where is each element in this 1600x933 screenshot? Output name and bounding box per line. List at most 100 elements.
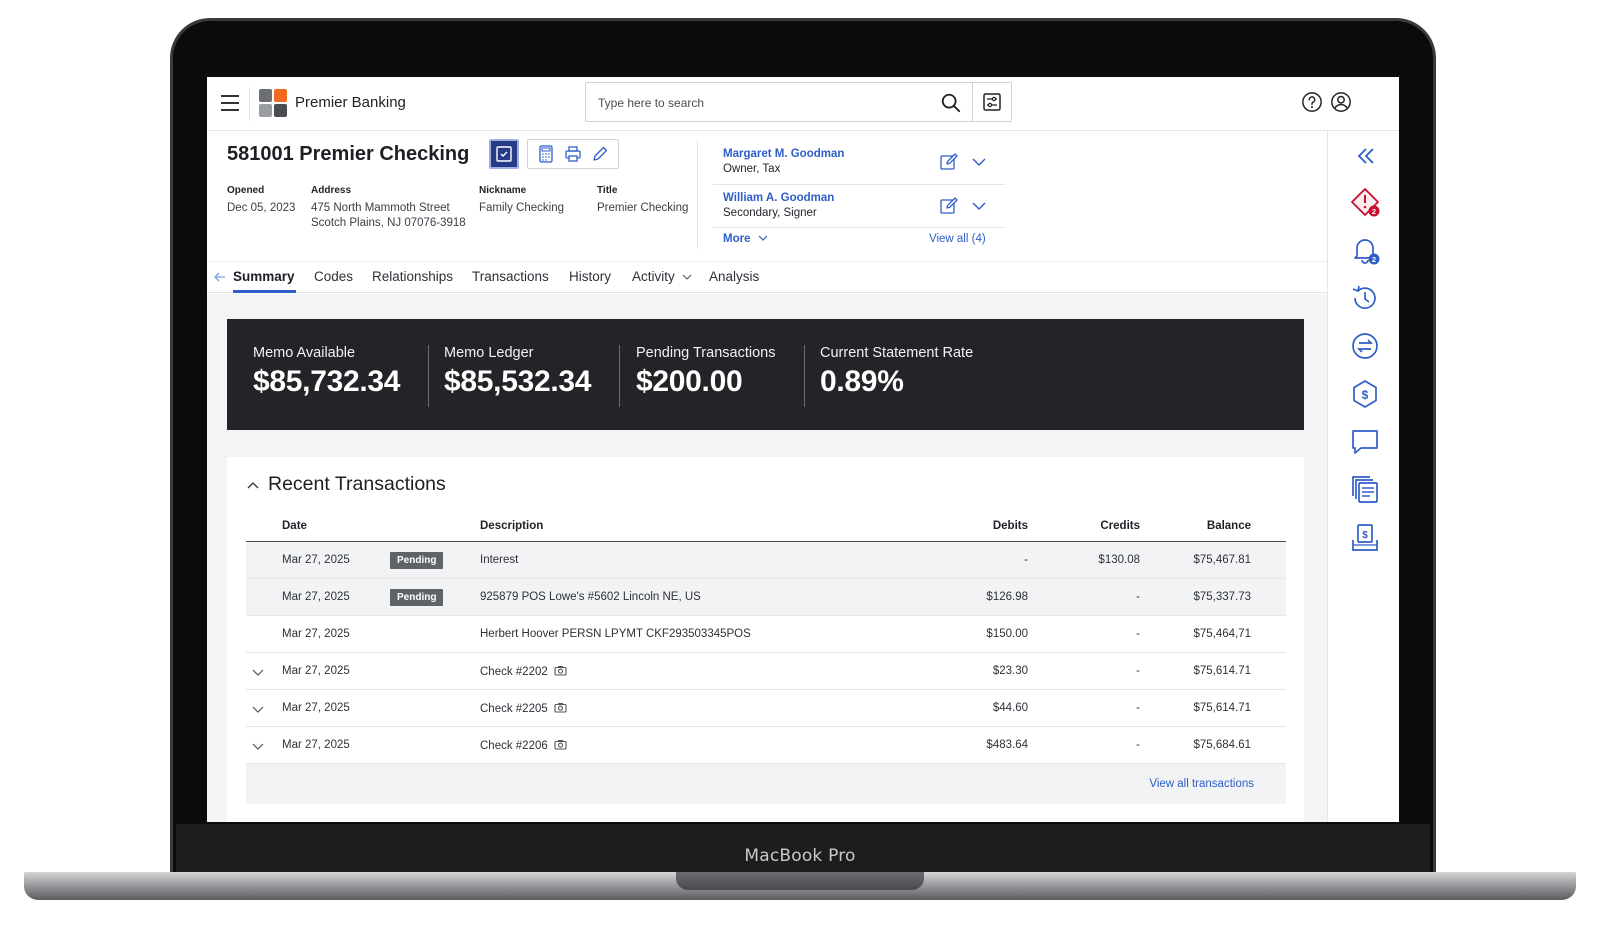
history-icon[interactable] xyxy=(1350,283,1380,313)
collapse-icon[interactable] xyxy=(1350,141,1380,171)
right-rail: 2 2 $ $ xyxy=(1327,131,1399,822)
user-profile-icon[interactable] xyxy=(1330,91,1352,113)
laptop-brand-label: MacBook Pro xyxy=(744,846,856,866)
view-all-people-link[interactable]: View all (4) xyxy=(929,233,986,245)
address-line-1: 475 North Mammoth Street xyxy=(311,202,450,214)
brand-name: Premier Banking xyxy=(295,94,406,111)
tab-analysis[interactable]: Analysis xyxy=(709,269,759,284)
column-header-date[interactable]: Date xyxy=(282,520,307,532)
tab-summary[interactable]: Summary xyxy=(233,269,295,284)
printer-icon xyxy=(565,146,581,162)
table-row[interactable]: Mar 27, 2025 Check #2202 $23.30 - $75,61… xyxy=(246,653,1286,690)
table-row[interactable]: Mar 27, 2025 Pending 925879 POS Lowe's #… xyxy=(246,579,1286,616)
credits-cell: - xyxy=(1136,665,1140,677)
nickname-value: Family Checking xyxy=(479,202,564,214)
app-screen: Premier Banking Type here to search 5810… xyxy=(207,77,1399,822)
tab-history[interactable]: History xyxy=(569,269,611,284)
description-text: Check #2206 xyxy=(480,740,548,752)
table-row[interactable]: Mar 27, 2025 Pending Interest - $130.08 … xyxy=(246,542,1286,579)
debits-cell: $126.98 xyxy=(986,591,1028,603)
table-footer: View all transactions xyxy=(246,764,1286,804)
table-row[interactable]: Mar 27, 2025 Herbert Hoover PERSN LPYMT … xyxy=(246,616,1286,653)
more-people-link[interactable]: More xyxy=(723,233,768,245)
search-icon[interactable] xyxy=(940,92,962,114)
chat-icon[interactable] xyxy=(1350,427,1380,457)
deposit-icon[interactable]: $ xyxy=(1350,523,1380,553)
chevron-down-icon[interactable] xyxy=(971,198,987,214)
column-header-balance[interactable]: Balance xyxy=(1207,520,1251,532)
chevron-down-icon xyxy=(758,235,768,241)
search-input[interactable] xyxy=(598,93,918,113)
person-name-link[interactable]: Margaret M. Goodman xyxy=(723,148,844,160)
address-line-2: Scotch Plains, NJ 07076-3918 xyxy=(311,217,466,229)
opened-value: Dec 05, 2023 xyxy=(227,202,296,214)
balance-cell: $75,614.71 xyxy=(1193,702,1251,714)
search-box xyxy=(585,82,973,122)
address-label: Address xyxy=(311,185,352,196)
kpi-divider xyxy=(804,345,805,407)
tab-codes[interactable]: Codes xyxy=(314,269,353,284)
chevron-down-icon[interactable] xyxy=(252,703,264,715)
credits-cell: - xyxy=(1136,591,1140,603)
chevron-down-icon[interactable] xyxy=(971,154,987,170)
credits-cell: $130.08 xyxy=(1098,554,1140,566)
section-title: Recent Transactions xyxy=(268,473,446,495)
topbar-divider xyxy=(249,87,250,121)
kpi-value: 0.89% xyxy=(820,365,904,398)
camera-icon[interactable] xyxy=(554,702,567,713)
account-divider xyxy=(697,141,698,249)
bell-icon[interactable]: 2 xyxy=(1350,235,1380,265)
kpi-divider xyxy=(619,345,620,407)
laptop-notch xyxy=(676,872,924,890)
help-icon[interactable] xyxy=(1301,91,1323,113)
title-label: Title xyxy=(597,185,618,196)
camera-icon[interactable] xyxy=(554,665,567,676)
balance-summary-banner: Memo Available $85,732.34 Memo Ledger $8… xyxy=(227,319,1304,430)
alert-icon[interactable]: 2 xyxy=(1350,187,1380,217)
kpi-value: $85,732.34 xyxy=(253,365,401,398)
main-content: Memo Available $85,732.34 Memo Ledger $8… xyxy=(207,294,1327,822)
more-label: More xyxy=(723,233,751,245)
tab-activity-label: Activity xyxy=(632,269,675,284)
tab-transactions[interactable]: Transactions xyxy=(472,269,549,284)
balance-cell: $75,467.81 xyxy=(1193,554,1251,566)
advanced-search-button[interactable] xyxy=(972,82,1012,122)
view-all-transactions-link[interactable]: View all transactions xyxy=(1149,778,1254,790)
chevron-up-icon[interactable] xyxy=(247,480,259,492)
description-cell: Herbert Hoover PERSN LPYMT CKF293503345P… xyxy=(480,628,751,640)
kpi-memo-ledger: Memo Ledger $85,532.34 xyxy=(444,345,591,399)
table-row[interactable]: Mar 27, 2025 Check #2205 $44.60 - $75,61… xyxy=(246,690,1286,727)
tab-relationships[interactable]: Relationships xyxy=(372,269,453,284)
table-row[interactable]: Mar 27, 2025 Check #2206 $483.64 - $75,6… xyxy=(246,727,1286,764)
calculator-button[interactable] xyxy=(536,144,556,164)
dollar-icon[interactable]: $ xyxy=(1350,379,1380,409)
column-header-debits[interactable]: Debits xyxy=(993,520,1028,532)
print-button[interactable] xyxy=(563,144,583,164)
tab-bar: Summary Codes Relationships Transactions… xyxy=(207,261,1327,293)
camera-icon[interactable] xyxy=(554,739,567,750)
description-text: Check #2202 xyxy=(480,666,548,678)
date-cell: Mar 27, 2025 xyxy=(282,554,350,566)
kpi-pending-transactions: Pending Transactions $200.00 xyxy=(636,345,775,399)
description-cell: Check #2205 xyxy=(480,702,567,715)
debits-cell: $150.00 xyxy=(986,628,1028,640)
edit-icon[interactable] xyxy=(939,152,959,172)
column-header-credits[interactable]: Credits xyxy=(1100,520,1140,532)
kpi-divider xyxy=(428,345,429,407)
chevron-down-icon[interactable] xyxy=(252,666,264,678)
chevron-down-icon[interactable] xyxy=(252,740,264,752)
transfer-icon[interactable] xyxy=(1350,331,1380,361)
bookmark-button[interactable] xyxy=(489,139,519,169)
filter-icon xyxy=(983,93,1001,111)
person-name-link[interactable]: William A. Goodman xyxy=(723,192,834,204)
person-role: Secondary, Signer xyxy=(723,207,817,219)
tab-activity[interactable]: Activity xyxy=(632,269,692,284)
edit-account-button[interactable] xyxy=(590,144,610,164)
person-row: Margaret M. Goodman Owner, Tax xyxy=(723,148,1003,188)
debits-cell: $483.64 xyxy=(986,739,1028,751)
column-header-description[interactable]: Description xyxy=(480,520,543,532)
statements-icon[interactable] xyxy=(1350,475,1380,505)
menu-icon[interactable] xyxy=(221,95,239,111)
edit-icon[interactable] xyxy=(939,196,959,216)
back-arrow-icon[interactable] xyxy=(213,270,227,284)
